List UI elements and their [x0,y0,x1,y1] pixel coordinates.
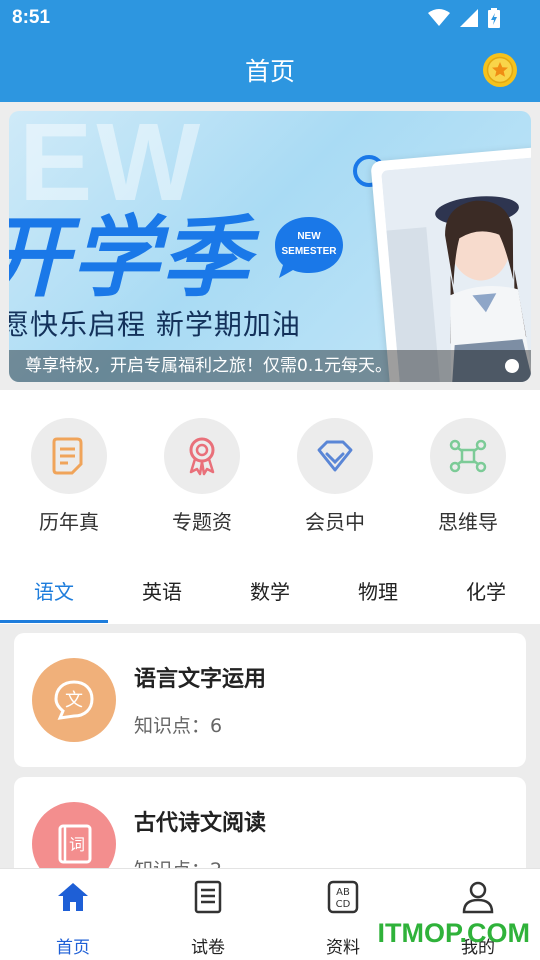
topic-count: 知识点：2 [134,855,222,868]
topic-list: 文 语言文字运用 知识点：6 词 古代诗文阅读 知识点：2 [0,624,540,868]
text-bubble-icon: 文 [32,658,116,742]
topic-title: 古代诗文阅读 [134,811,267,836]
tab-physics[interactable]: 物理 [324,576,432,605]
banner-bubble-text: NEW SEMESTER [281,231,337,257]
status-icons [428,8,500,28]
quick-link-circle [31,418,107,494]
quick-link-circle [164,418,240,494]
banner-headline: 开学季 [9,206,252,309]
poetry-book-icon: 词 [58,824,92,864]
banner-photo-frame [370,145,531,382]
wifi-icon [428,9,450,26]
quick-link-past-exams[interactable]: 历年真 [14,418,124,535]
svg-text:AB: AB [336,887,350,898]
award-icon [189,437,215,476]
quick-link-circle [297,418,373,494]
topic-title: 语言文字运用 [134,667,267,692]
nav-papers[interactable]: 试卷 [148,879,268,958]
nav-home[interactable]: 首页 [13,879,133,958]
subject-tabs: 语文 英语 数学 物理 化学 [0,550,540,624]
banner-container: EW 开学季 NEW SEMESTER 愿快乐启程 新学期加油 [0,102,540,390]
tab-english[interactable]: 英语 [108,576,216,605]
signal-icon [460,9,478,27]
tab-math[interactable]: 数学 [216,576,324,605]
status-bar: 8:51 [0,0,540,36]
mindmap-icon [449,439,487,473]
coin-icon[interactable] [482,52,518,88]
paper-icon [194,880,222,914]
tab-chinese[interactable]: 语文 [0,576,108,605]
document-icon [52,437,83,475]
active-tab-indicator [0,620,108,623]
student-photo [381,156,531,382]
promo-banner[interactable]: EW 开学季 NEW SEMESTER 愿快乐启程 新学期加油 [9,111,531,382]
topic-card[interactable]: 文 语言文字运用 知识点：6 [14,633,526,767]
site-watermark: ITMOP.COM [377,918,530,948]
quick-link-label: 思维导 [438,510,498,534]
student-illustration [381,156,531,382]
quick-link-membership[interactable]: 会员中 [280,418,390,535]
person-icon [462,881,494,914]
carousel-indicator[interactable] [505,359,519,373]
quick-link-label: 专题资 [172,510,232,534]
language-icon: 文 [54,680,94,720]
quick-links: 历年真 专题资 会员中 思维导 [0,390,540,550]
nav-label: 试卷 [191,938,225,958]
home-icon [58,883,88,911]
topic-card[interactable]: 词 古代诗文阅读 知识点：2 [14,777,526,868]
banner-caption: 尊享特权，开启专属福利之旅！仅需0.1元每天。 [9,350,531,382]
quick-link-circle [430,418,506,494]
svg-text:文: 文 [65,690,83,711]
tab-chemistry[interactable]: 化学 [432,576,540,605]
quick-link-topics[interactable]: 专题资 [147,418,257,535]
nav-label: 首页 [56,938,90,958]
book-icon: 词 [32,802,116,868]
quick-link-mindmap[interactable]: 思维导 [413,418,523,535]
status-time: 8:51 [12,7,51,28]
battery-icon [488,8,500,28]
banner-slogan: 愿快乐启程 新学期加油 [9,308,301,341]
page-title: 首页 [244,57,295,86]
svg-text:CD: CD [336,899,351,910]
quick-link-label: 历年真 [39,510,99,534]
quick-link-label: 会员中 [305,510,365,534]
abcd-icon: AB CD [327,880,359,914]
diamond-icon [317,440,353,472]
svg-text:词: 词 [69,835,85,854]
app-header: 首页 [0,36,540,102]
topic-count: 知识点：6 [134,715,223,737]
